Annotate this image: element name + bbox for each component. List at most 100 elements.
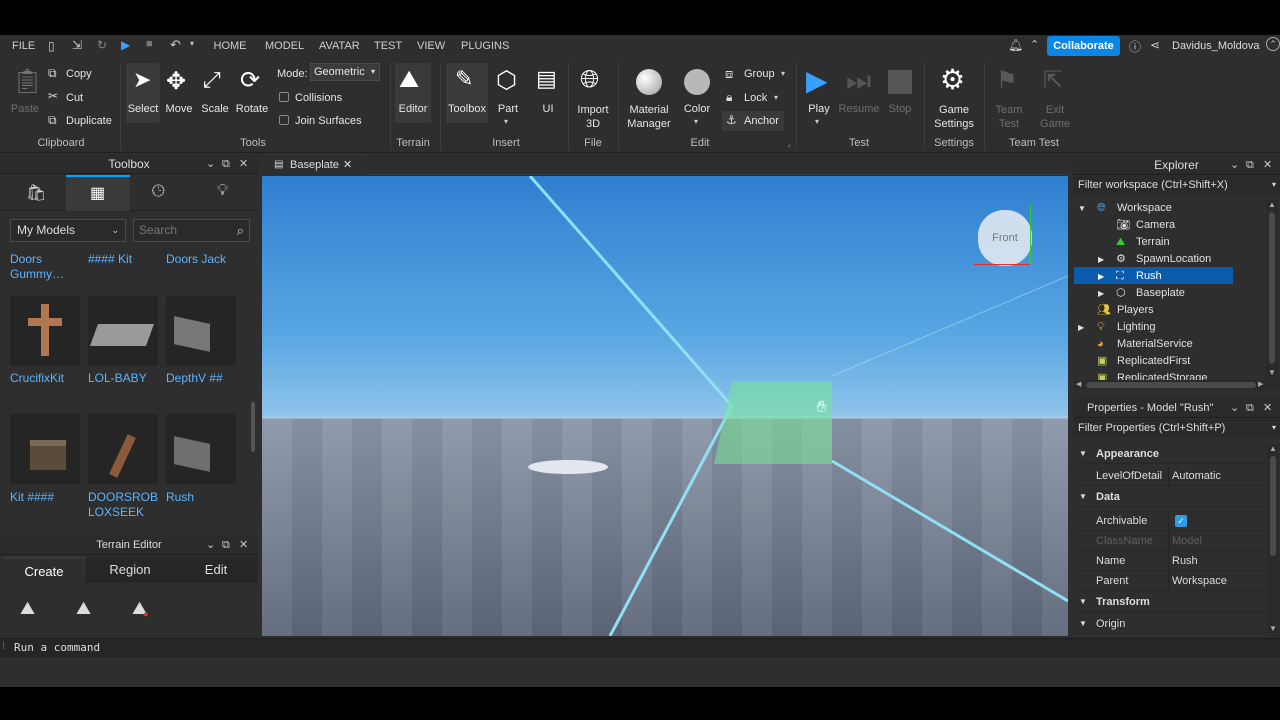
- chevron-down-icon[interactable]: ⌄: [206, 154, 215, 174]
- tab-model[interactable]: MODEL: [265, 35, 304, 57]
- expand-up-icon[interactable]: ⌃: [1030, 38, 1039, 51]
- menu-file[interactable]: FILE: [12, 35, 35, 57]
- stop-button[interactable]: Stop: [882, 103, 918, 115]
- toolbox-item-label[interactable]: LOL-BABY: [88, 371, 147, 386]
- terrain-generate-icon[interactable]: ⛰︎: [20, 598, 35, 619]
- close-icon[interactable]: ✕: [1263, 155, 1272, 175]
- notification-icon[interactable]: 🔔︎: [1008, 38, 1023, 52]
- rotate-button[interactable]: Rotate: [234, 103, 270, 115]
- archivable-checkbox[interactable]: ✓: [1175, 515, 1187, 527]
- scale-button[interactable]: Scale: [198, 103, 232, 115]
- tab-avatar[interactable]: AVATAR: [319, 35, 360, 57]
- toolbox-item-rush[interactable]: [166, 414, 236, 484]
- edit-expand-icon[interactable]: ⌟: [787, 139, 791, 148]
- toolbox-item-label[interactable]: CrucifixKit: [10, 371, 64, 386]
- undock-icon[interactable]: ⧉: [1246, 155, 1254, 175]
- duplicate-button[interactable]: Duplicate: [66, 115, 112, 127]
- undock-icon[interactable]: ⧉: [222, 154, 230, 174]
- search-icon[interactable]: ⌕: [237, 220, 244, 241]
- creations-bulb-icon[interactable]: 💡︎: [217, 182, 228, 200]
- tree-item-lighting[interactable]: ▶ 💡︎ Lighting: [1074, 319, 1264, 336]
- tab-home[interactable]: HOME: [208, 35, 252, 57]
- material-manager-button[interactable]: Material Manager: [624, 103, 674, 131]
- toolbox-item-label[interactable]: Doors Gummy…: [10, 252, 84, 282]
- color-dropdown-icon[interactable]: ▾: [694, 117, 698, 126]
- search-input[interactable]: Search ⌕: [133, 219, 250, 242]
- toolbox-item-label[interactable]: Doors Jack: [166, 252, 226, 267]
- paste-button[interactable]: Paste: [10, 103, 40, 115]
- stop-quick-icon[interactable]: ■: [146, 38, 153, 50]
- chevron-down-icon[interactable]: ⌄: [1230, 398, 1239, 418]
- collaborate-button[interactable]: Collaborate: [1047, 36, 1120, 56]
- mode-select[interactable]: Geometric ▾: [310, 63, 380, 81]
- cut-button[interactable]: Cut: [66, 92, 83, 104]
- section-appearance[interactable]: ▼ Appearance: [1074, 444, 1266, 464]
- undo-icon[interactable]: ↶: [170, 37, 181, 53]
- tab-edit[interactable]: Edit: [174, 557, 258, 583]
- toolbox-item-lol-baby[interactable]: [88, 296, 158, 366]
- section-data[interactable]: ▼ Data: [1074, 487, 1266, 507]
- game-settings-button[interactable]: Game Settings: [928, 103, 980, 131]
- exit-game-button[interactable]: Exit Game: [1034, 103, 1076, 131]
- redo-play-icon[interactable]: ↻: [97, 38, 107, 52]
- collisions-toggle[interactable]: Collisions: [279, 92, 342, 104]
- toolbox-item-depthv[interactable]: [166, 296, 236, 366]
- toolbox-item-label[interactable]: DOORSROBLOXSEEK: [88, 490, 160, 520]
- toolbox-item-label[interactable]: Rush: [166, 490, 194, 505]
- toolbox-item-label[interactable]: Kit ####: [10, 490, 54, 505]
- resume-button[interactable]: Resume: [838, 103, 880, 115]
- prop-parent[interactable]: Parent Workspace: [1074, 571, 1266, 591]
- ui-button[interactable]: UI: [532, 103, 564, 115]
- terrain-import-icon[interactable]: ⛰︎: [76, 598, 91, 619]
- share-icon[interactable]: ⋖: [1150, 38, 1160, 52]
- select-button[interactable]: Select: [126, 103, 160, 115]
- play-dropdown-icon[interactable]: ▾: [815, 117, 819, 126]
- anchor-button[interactable]: Anchor: [744, 115, 779, 127]
- tree-item-terrain[interactable]: ⛰︎ Terrain: [1074, 234, 1264, 251]
- help-icon[interactable]: ⓘ: [1129, 38, 1141, 55]
- tab-test[interactable]: TEST: [374, 35, 402, 57]
- properties-filter-input[interactable]: Filter Properties (Ctrl+Shift+P) ▾: [1074, 419, 1280, 437]
- import-3d-button[interactable]: Import 3D: [572, 103, 614, 131]
- explorer-horizontal-scrollbar[interactable]: ◀ ▶: [1074, 380, 1280, 390]
- part-dropdown-icon[interactable]: ▾: [504, 117, 508, 126]
- view-cube[interactable]: Front: [978, 210, 1032, 266]
- prop-levelofdetail[interactable]: LevelOfDetail Automatic: [1074, 466, 1266, 486]
- toolbox-item-label[interactable]: DepthV ##: [166, 371, 223, 386]
- play-quick-icon[interactable]: ▶: [121, 38, 130, 52]
- undock-icon[interactable]: ⧉: [222, 535, 230, 555]
- command-bar[interactable]: ⁝ Run a command: [0, 638, 1280, 657]
- tree-item-workspace[interactable]: ▼ 🌐︎ Workspace: [1074, 200, 1264, 217]
- section-transform[interactable]: ▼ Transform: [1074, 592, 1266, 612]
- chevron-down-icon[interactable]: ⌄: [206, 535, 215, 555]
- explorer-scrollbar[interactable]: ▲ ▼: [1266, 200, 1278, 380]
- 3d-viewport[interactable]: ✋︎ Front: [262, 176, 1068, 636]
- tab-baseplate[interactable]: ▤ Baseplate ✕: [264, 154, 365, 175]
- collapse-ribbon-icon[interactable]: ⌃: [1266, 37, 1280, 51]
- explorer-filter-input[interactable]: Filter workspace (Ctrl+Shift+X) ▾: [1074, 176, 1280, 194]
- play-button[interactable]: Play: [802, 103, 836, 115]
- team-test-button[interactable]: Team Test: [988, 103, 1030, 131]
- properties-scrollbar[interactable]: ▲ ▼: [1267, 444, 1279, 636]
- group-button[interactable]: Group: [744, 68, 775, 80]
- tab-plugins[interactable]: PLUGINS: [461, 35, 509, 57]
- toolbox-item-kit[interactable]: [10, 414, 80, 484]
- lock-dropdown-icon[interactable]: ▾: [774, 93, 778, 102]
- close-icon[interactable]: ✕: [239, 154, 248, 174]
- tree-item-baseplate[interactable]: ▶ ⬡ Baseplate: [1074, 285, 1264, 302]
- command-input[interactable]: Run a command: [14, 641, 100, 654]
- undo-dropdown-icon[interactable]: ▾: [190, 39, 194, 48]
- join-surfaces-toggle[interactable]: Join Surfaces: [279, 115, 362, 127]
- prop-archivable[interactable]: Archivable ✓: [1074, 511, 1266, 531]
- category-select[interactable]: My Models ⌄: [10, 219, 126, 242]
- tab-create[interactable]: Create: [2, 557, 86, 584]
- tree-item-replicatedfirst[interactable]: ▣ ReplicatedFirst: [1074, 353, 1264, 370]
- close-tab-icon[interactable]: ✕: [343, 155, 352, 175]
- tree-item-replicatedstorage[interactable]: ▣ ReplicatedStorage: [1074, 370, 1264, 380]
- tree-item-players[interactable]: 👥︎ Players: [1074, 302, 1264, 319]
- tab-region[interactable]: Region: [86, 557, 174, 583]
- toolbox-scrollbar[interactable]: [251, 402, 255, 452]
- close-icon[interactable]: ✕: [239, 535, 248, 555]
- toolbox-button[interactable]: Toolbox: [446, 103, 488, 115]
- username[interactable]: Davidus_Moldova: [1172, 35, 1259, 57]
